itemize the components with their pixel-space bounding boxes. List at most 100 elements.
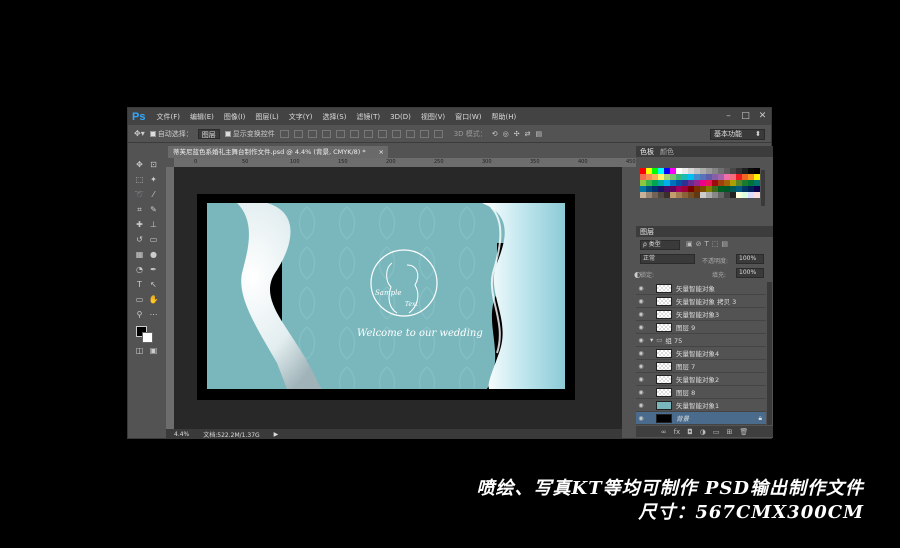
new-layer-icon[interactable]: ⊞ (726, 428, 732, 436)
opacity-input[interactable]: 100% (736, 254, 764, 264)
dodge-tool-icon[interactable]: ◔ (134, 265, 145, 275)
group-expand-icon[interactable]: ▾ (650, 336, 653, 344)
visibility-eye-icon[interactable]: ◉ (636, 285, 646, 292)
layers-scrollbar[interactable] (767, 282, 772, 425)
layer-row[interactable]: ◉ 图层 8 (636, 386, 766, 399)
menu-layer[interactable]: 图层(L) (250, 112, 283, 122)
visibility-eye-icon[interactable]: ◉ (636, 311, 646, 318)
new-group-icon[interactable]: ▭ (713, 428, 720, 436)
visibility-eye-icon[interactable]: ◉ (636, 298, 646, 305)
clone-stamp-icon[interactable]: ⊥ (148, 220, 159, 230)
distribute-middle-icon[interactable] (377, 129, 387, 138)
3d-pan-icon[interactable]: ✣ (514, 130, 520, 138)
eraser-icon[interactable]: ▭ (148, 235, 159, 245)
menu-help[interactable]: 帮助(H) (487, 112, 522, 122)
menu-edit[interactable]: 编辑(E) (185, 112, 219, 122)
background-color-swatch[interactable] (142, 332, 153, 343)
distribute-bottom-icon[interactable] (391, 129, 401, 138)
marquee-tool-icon[interactable]: ⬚ (134, 175, 145, 185)
menu-view[interactable]: 视图(V) (416, 112, 450, 122)
distribute-left-icon[interactable] (405, 129, 415, 138)
brush-tool-icon[interactable]: ✎ (148, 205, 159, 215)
move-tool-icon[interactable]: ✥ (134, 160, 145, 170)
shape-tool-icon[interactable]: ▭ (134, 295, 145, 305)
layer-row[interactable]: ◉ 矢量智能对象1 (636, 399, 766, 412)
quick-mask-icon[interactable]: ◫ (134, 346, 145, 356)
tab-swatches[interactable]: 色板 (640, 147, 654, 157)
close-tab-icon[interactable]: × (379, 146, 384, 158)
show-transform-checkbox[interactable]: 显示变换控件 (224, 129, 275, 139)
align-middle-icon[interactable] (293, 129, 303, 138)
align-left-icon[interactable] (321, 129, 331, 138)
artboard-tool-icon[interactable]: ⊡ (148, 160, 159, 170)
fill-input[interactable]: 100% (736, 268, 764, 278)
blend-mode-dropdown[interactable]: 正常 (640, 254, 695, 264)
3d-rotate-icon[interactable]: ⟲ (492, 130, 498, 138)
hand-tool-icon[interactable]: ✋ (148, 295, 159, 305)
menu-3d[interactable]: 3D(D) (385, 113, 416, 121)
menu-select[interactable]: 选择(S) (318, 112, 352, 122)
layer-style-icon[interactable]: fx (674, 428, 681, 436)
auto-select-dropdown[interactable]: 图层 (197, 128, 220, 139)
type-tool-icon[interactable]: T (134, 280, 145, 290)
layer-group-row[interactable]: ◉ ▾ ▭ 组 75 (636, 334, 766, 347)
visibility-eye-icon[interactable]: ◉ (636, 376, 646, 383)
zoom-level[interactable]: 4.4% (174, 431, 189, 438)
align-bottom-icon[interactable] (307, 129, 317, 138)
color-swatch[interactable] (754, 192, 760, 198)
distribute-top-icon[interactable] (363, 129, 373, 138)
more-tools-icon[interactable]: ⋯ (148, 310, 159, 320)
auto-select-checkbox[interactable]: 自动选择： (149, 129, 193, 139)
blur-tool-icon[interactable]: ● (148, 250, 159, 260)
menu-window[interactable]: 窗口(W) (450, 112, 486, 122)
history-panel-icon[interactable] (638, 192, 649, 202)
restore-button[interactable]: □ (737, 108, 754, 125)
layer-row[interactable]: ◉ 矢量智能对象3 (636, 308, 766, 321)
layer-row[interactable]: ◉ 图层 7 (636, 360, 766, 373)
tab-layers[interactable]: 图层 (640, 227, 654, 237)
history-brush-icon[interactable]: ↺ (134, 235, 145, 245)
distribute-right-icon[interactable] (433, 129, 443, 138)
layer-row[interactable]: ◉ 矢量智能对象2 (636, 373, 766, 386)
visibility-eye-icon[interactable]: ◉ (636, 415, 646, 422)
layer-row[interactable]: ◉ 图层 9 (636, 321, 766, 334)
move-tool-icon[interactable]: ✥▾ (134, 129, 145, 138)
eyedropper-icon[interactable]: ⁄ (148, 190, 159, 200)
workspace-dropdown[interactable]: 基本功能 ⬍ (710, 129, 765, 140)
menu-image[interactable]: 图像(I) (219, 112, 251, 122)
layer-kind-filter[interactable]: ρ 类型 (640, 240, 680, 250)
visibility-eye-icon[interactable]: ◉ (636, 324, 646, 331)
screen-mode-icon[interactable]: ▣ (148, 346, 159, 356)
layer-filter-icons[interactable]: ▣⊘T⬚▤ (686, 240, 731, 248)
menu-type[interactable]: 文字(Y) (284, 112, 318, 122)
align-center-icon[interactable] (335, 129, 345, 138)
status-menu-arrow-icon[interactable]: ▶ (274, 431, 279, 438)
tab-color[interactable]: 颜色 (660, 147, 674, 157)
visibility-eye-icon[interactable]: ◉ (636, 350, 646, 357)
magic-wand-icon[interactable]: ✦ (148, 175, 159, 185)
healing-brush-icon[interactable]: ✚ (134, 220, 145, 230)
menu-file[interactable]: 文件(F) (151, 112, 185, 122)
add-mask-icon[interactable]: ◘ (687, 428, 693, 436)
crop-tool-icon[interactable]: ⌗ (134, 205, 145, 215)
3d-roll-icon[interactable]: ◎ (503, 130, 509, 138)
gradient-tool-icon[interactable]: ▦ (134, 250, 145, 260)
menu-filter[interactable]: 滤镜(T) (351, 112, 385, 122)
adjustment-layer-icon[interactable]: ◑ (700, 428, 706, 436)
align-top-icon[interactable] (279, 129, 289, 138)
3d-slide-icon[interactable]: ⇄ (525, 130, 531, 138)
visibility-eye-icon[interactable]: ◉ (636, 389, 646, 396)
align-right-icon[interactable] (349, 129, 359, 138)
document-tab[interactable]: 蒂芙尼蓝色系婚礼主舞台制作文件.psd @ 4.4% (背景, CMYK/8) … (168, 146, 388, 158)
path-selection-icon[interactable]: ↖ (148, 280, 159, 290)
swatches-scrollbar[interactable] (761, 170, 765, 206)
pen-tool-icon[interactable]: ✒ (148, 265, 159, 275)
3d-scale-icon[interactable]: ▤ (536, 130, 543, 138)
delete-layer-icon[interactable]: 🗑︎ (739, 428, 748, 436)
visibility-eye-icon[interactable]: ◉ (636, 363, 646, 370)
layer-row[interactable]: ◉ 矢量智能对象4 (636, 347, 766, 360)
distribute-center-icon[interactable] (419, 129, 429, 138)
lasso-tool-icon[interactable]: ➰ (134, 190, 145, 200)
canvas-area[interactable]: Sample Text Welcome to our wedding (174, 167, 622, 429)
layer-row[interactable]: ◉ 矢量智能对象 (636, 282, 766, 295)
